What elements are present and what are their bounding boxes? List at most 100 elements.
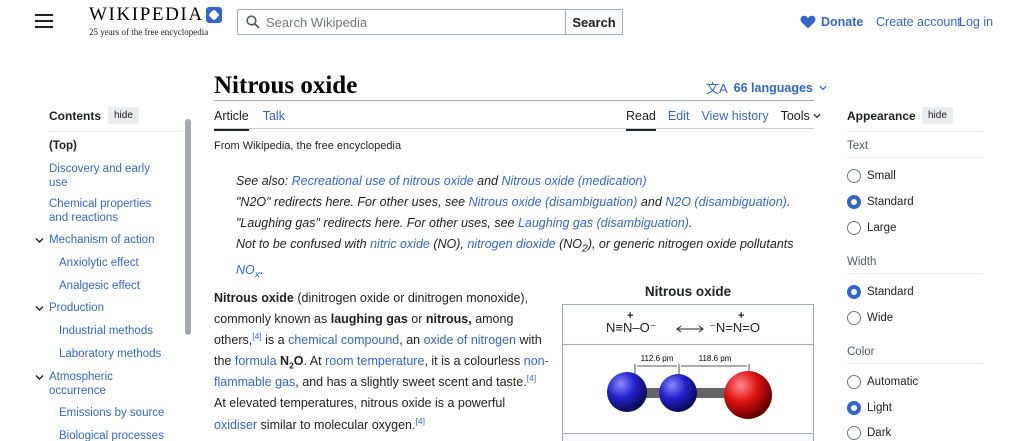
reference-link[interactable]: [4] xyxy=(527,373,536,383)
hatnotes: See also: Recreational use of nitrous ox… xyxy=(236,171,816,285)
toc-item-biological[interactable]: Biological processes xyxy=(59,430,179,441)
toc-item-emissions[interactable]: Emissions by source xyxy=(59,407,179,421)
radio-text-small[interactable]: Small xyxy=(847,169,896,183)
radio-indicator xyxy=(847,311,861,325)
toc-item-analgesic[interactable]: Analgesic effect xyxy=(59,280,179,294)
article-link[interactable]: oxidiser xyxy=(214,418,257,432)
formal-charge-plus: + xyxy=(738,310,745,322)
languages-label: 66 languages xyxy=(733,80,813,95)
search-box: Search xyxy=(237,9,623,35)
title-divider xyxy=(214,100,814,101)
article-link[interactable]: chemical compound xyxy=(288,333,399,347)
radio-color-automatic[interactable]: Automatic xyxy=(847,375,918,389)
toc-scrollbar[interactable] xyxy=(185,119,191,335)
color-label: Color xyxy=(847,346,875,358)
reference-link[interactable]: [4] xyxy=(415,415,424,425)
chevron-down-icon xyxy=(813,113,821,119)
resonance-arrow xyxy=(676,325,704,333)
radio-indicator xyxy=(847,426,861,440)
toc-heading: Contents xyxy=(49,109,101,123)
toc-item-discovery[interactable]: Discovery and early use xyxy=(49,163,169,190)
search-icon xyxy=(246,15,260,29)
resonance-structures[interactable]: N≡N–O⁻ + ⁻N=N=O + xyxy=(563,305,813,345)
hatnote-laughing-gas-redirect: "Laughing gas" redirects here. For other… xyxy=(236,216,693,230)
hatnote-link[interactable]: Laughing gas (disambiguation) xyxy=(518,216,689,230)
donate-link[interactable]: Donate xyxy=(800,15,863,29)
donate-label: Donate xyxy=(821,15,864,29)
radio-indicator xyxy=(847,169,861,183)
toc-item-production[interactable]: Production xyxy=(49,302,169,316)
search-input[interactable] xyxy=(238,10,565,34)
hatnote-link[interactable]: nitrogen dioxide xyxy=(467,237,555,251)
appearance-divider xyxy=(847,363,983,364)
nitrogen-atom xyxy=(659,374,697,412)
wikipedia-logo[interactable]: WIKIPEDIA 25 years of the free encyclope… xyxy=(89,4,222,37)
radio-indicator xyxy=(847,401,861,415)
infobox-title: Nitrous oxide xyxy=(644,284,732,299)
radio-color-dark[interactable]: Dark xyxy=(847,426,891,440)
radio-text-standard[interactable]: Standard xyxy=(847,195,914,209)
appearance-divider xyxy=(847,273,983,274)
appearance-hide-button[interactable]: hide xyxy=(922,107,953,124)
hatnote-link[interactable]: Nitrous oxide (disambiguation) xyxy=(469,195,638,209)
text-size-label: Text xyxy=(847,140,869,152)
formal-charge-plus: + xyxy=(627,310,634,322)
radio-text-large[interactable]: Large xyxy=(847,221,896,235)
language-selector[interactable]: 文A 66 languages xyxy=(706,78,827,97)
chevron-down-icon[interactable] xyxy=(35,373,44,382)
radio-width-standard[interactable]: Standard xyxy=(847,285,914,299)
page-title: Nitrous oxide xyxy=(214,72,358,99)
logo-wordmark: WIKIPEDIA xyxy=(89,4,204,25)
radio-indicator xyxy=(847,375,861,389)
heart-icon xyxy=(800,15,816,29)
chevron-down-icon[interactable] xyxy=(35,236,44,245)
article-link[interactable]: formula xyxy=(235,354,277,368)
appearance-divider xyxy=(847,131,983,132)
molecule-image[interactable]: 112.6 pm 118.6 pm xyxy=(563,346,813,434)
appearance-heading: Appearance xyxy=(847,109,916,123)
resonance-right: ⁻N=N=O xyxy=(709,320,760,335)
toc-item-anxiolytic[interactable]: Anxiolytic effect xyxy=(59,257,179,271)
article-link[interactable]: oxide of nitrogen xyxy=(424,333,516,347)
reference-link[interactable]: [4] xyxy=(252,331,261,341)
toc-item-industrial[interactable]: Industrial methods xyxy=(59,325,179,339)
radio-indicator xyxy=(847,195,861,209)
radio-color-light[interactable]: Light xyxy=(847,401,892,415)
hatnote-link[interactable]: Recreational use of nitrous oxide xyxy=(292,174,474,188)
chevron-down-icon[interactable] xyxy=(35,304,44,313)
oxygen-atom xyxy=(724,371,772,419)
hatnote-link[interactable]: Nitrous oxide (medication) xyxy=(501,174,646,188)
toc-item-mechanism[interactable]: Mechanism of action xyxy=(49,234,169,248)
article-link[interactable]: room temperature xyxy=(325,354,424,368)
toc-item-chemical-properties[interactable]: Chemical properties and reactions xyxy=(49,198,169,225)
toc-hide-button[interactable]: hide xyxy=(108,107,139,124)
nitrogen-atom xyxy=(607,372,647,412)
toc-item-atmospheric[interactable]: Atmospheric occurrence xyxy=(49,371,169,398)
hatnote-see-also: See also: Recreational use of nitrous ox… xyxy=(236,174,647,188)
translate-icon: 文A xyxy=(706,81,728,96)
infobox: N≡N–O⁻ + ⁻N=N=O + 112.6 pm 118.6 pm xyxy=(562,304,814,441)
tools-label: Tools xyxy=(780,109,810,123)
hatnote-link[interactable]: nitric oxide xyxy=(370,237,430,251)
hatnote-not-confused: Not to be confused with nitric oxide (NO… xyxy=(236,237,794,281)
lead-paragraph: Nitrous oxide (dinitrogen oxide or dinit… xyxy=(214,291,549,432)
search-button[interactable]: Search xyxy=(565,10,622,34)
site-subtitle: From Wikipedia, the free encyclopedia xyxy=(214,140,402,152)
appearance-divider xyxy=(847,157,983,158)
tabs-divider xyxy=(214,128,814,129)
logo-tagline: 25 years of the free encyclopedia xyxy=(89,27,209,37)
hatnote-link[interactable]: NOx xyxy=(236,263,260,281)
radio-width-wide[interactable]: Wide xyxy=(847,311,893,325)
create-account-link[interactable]: Create account xyxy=(876,15,961,29)
radio-indicator xyxy=(847,285,861,299)
toc-item-laboratory[interactable]: Laboratory methods xyxy=(59,348,179,362)
chevron-down-icon xyxy=(819,85,827,90)
hatnote-link[interactable]: N2O (disambiguation) xyxy=(665,195,787,209)
toc-divider xyxy=(49,131,182,132)
main-menu-icon[interactable] xyxy=(35,14,53,30)
toc-item-top[interactable]: (Top) xyxy=(49,140,169,154)
resonance-left: N≡N–O⁻ xyxy=(606,320,657,335)
login-link[interactable]: Log in xyxy=(959,15,993,29)
bond-length-label: 112.6 pm xyxy=(641,354,674,363)
bond-length-label: 118.6 pm xyxy=(699,354,732,363)
